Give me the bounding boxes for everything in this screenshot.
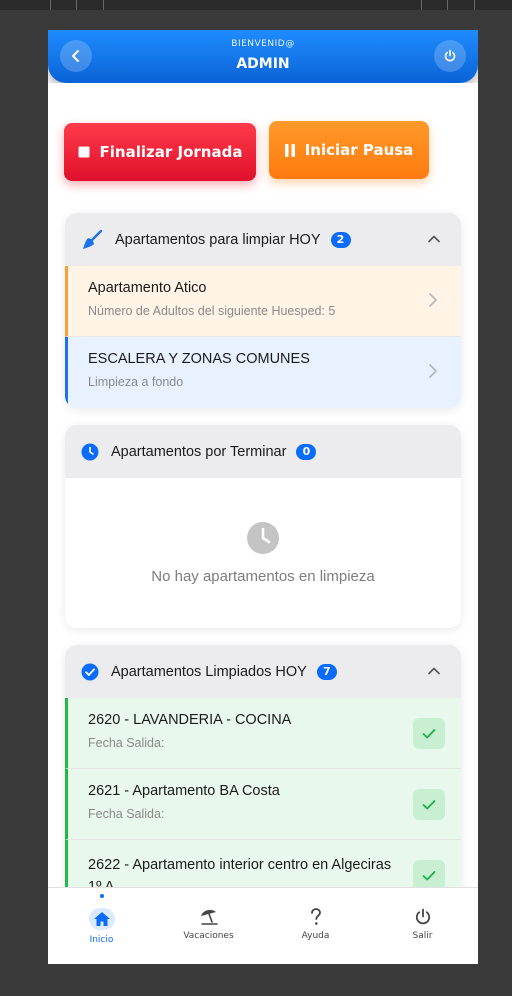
completed-check	[413, 789, 445, 820]
list-item[interactable]: Apartamento Atico Número de Adultos del …	[65, 266, 461, 337]
list-item-subtitle: Número de Adultos del siguiente Huesped:…	[88, 304, 336, 318]
iniciar-pausa-button[interactable]: Iniciar Pausa	[269, 121, 429, 179]
list-item-subtitle: Limpieza a fondo	[88, 375, 184, 389]
tab-inicio[interactable]: Inicio	[48, 888, 155, 964]
section-limpiados-hoy-count: 7	[316, 663, 337, 680]
broom-icon	[83, 229, 103, 249]
chevron-right-icon	[429, 293, 437, 307]
section-por-terminar: Apartamentos por Terminar 0 No hay apart…	[65, 425, 461, 628]
completed-check	[413, 718, 445, 749]
section-limpiar-hoy: Apartamentos para limpiar HOY 2 Apartame…	[65, 213, 461, 408]
tab-label: Salir	[412, 931, 433, 941]
section-limpiar-hoy-count: 2	[330, 231, 351, 248]
section-por-terminar-title: Apartamentos por Terminar	[111, 443, 287, 460]
chevron-up-icon[interactable]	[427, 232, 441, 246]
list-item[interactable]: 2621 - Apartamento BA Costa Fecha Salida…	[65, 769, 461, 840]
tab-label: Ayuda	[301, 931, 330, 941]
home-icon	[88, 908, 115, 930]
iniciar-pausa-label: Iniciar Pausa	[304, 141, 414, 159]
list-item-title: 2621 - Apartamento BA Costa	[88, 783, 280, 799]
pause-icon	[284, 143, 295, 157]
section-por-terminar-count: 0	[296, 443, 317, 460]
section-limpiar-hoy-title: Apartamentos para limpiar HOY	[115, 231, 321, 248]
header-subtitle: BIENVENID@	[231, 39, 295, 49]
check-icon	[422, 870, 436, 880]
header-title: ADMIN	[236, 56, 290, 72]
empty-state: No hay apartamentos en limpieza	[65, 478, 461, 628]
check-icon	[422, 728, 436, 738]
section-limpiados-hoy-header[interactable]: Apartamentos Limpiados HOY 7	[65, 645, 461, 698]
tab-label: Vacaciones	[183, 931, 234, 941]
section-limpiados-hoy: Apartamentos Limpiados HOY 7 2620 - LAVA…	[65, 645, 461, 911]
check-circle-icon	[81, 663, 99, 680]
window-top-strip	[0, 0, 512, 10]
app-header: BIENVENID@ ADMIN	[48, 30, 478, 83]
list-item-subtitle: Fecha Salida:	[88, 736, 165, 750]
chevron-up-icon[interactable]	[427, 664, 441, 678]
section-limpiar-hoy-header[interactable]: Apartamentos para limpiar HOY 2	[65, 213, 461, 266]
chevron-right-icon	[429, 364, 437, 378]
question-icon	[310, 908, 321, 925]
finalizar-jornada-button[interactable]: Finalizar Jornada	[64, 123, 256, 181]
list-item-subtitle: Fecha Salida:	[88, 807, 165, 821]
main-content: Finalizar Jornada Iniciar Pausa Apartame…	[48, 83, 478, 911]
list-item-title: ESCALERA Y ZONAS COMUNES	[88, 351, 310, 367]
section-por-terminar-header: Apartamentos por Terminar 0	[65, 425, 461, 478]
section-limpiados-hoy-title: Apartamentos Limpiados HOY	[111, 663, 307, 680]
tab-label: Inicio	[89, 935, 114, 945]
logout-button[interactable]	[434, 40, 466, 72]
clock-icon	[81, 443, 99, 460]
list-item[interactable]: ESCALERA Y ZONAS COMUNES Limpieza a fond…	[65, 337, 461, 408]
power-icon	[415, 908, 430, 925]
list-item-title: 2620 - LAVANDERIA - COCINA	[88, 712, 292, 728]
tab-salir[interactable]: Salir	[369, 888, 476, 964]
check-icon	[422, 799, 436, 809]
finalizar-jornada-label: Finalizar Jornada	[99, 143, 243, 161]
power-icon	[444, 49, 456, 62]
clock-icon	[247, 521, 279, 554]
list-item[interactable]: 2620 - LAVANDERIA - COCINA Fecha Salida:	[65, 698, 461, 769]
active-tab-indicator	[99, 894, 104, 898]
empty-state-text: No hay apartamentos en limpieza	[151, 567, 375, 585]
tab-vacaciones[interactable]: Vacaciones	[155, 888, 262, 964]
app-screen: BIENVENID@ ADMIN Finalizar Jornada Inici…	[48, 30, 478, 964]
bottom-tab-bar: Inicio Vacaciones Ayuda Salir	[48, 887, 478, 964]
stop-icon	[78, 146, 90, 158]
beach-umbrella-icon	[200, 909, 218, 925]
tab-ayuda[interactable]: Ayuda	[262, 888, 369, 964]
list-item-title: Apartamento Atico	[88, 280, 207, 296]
